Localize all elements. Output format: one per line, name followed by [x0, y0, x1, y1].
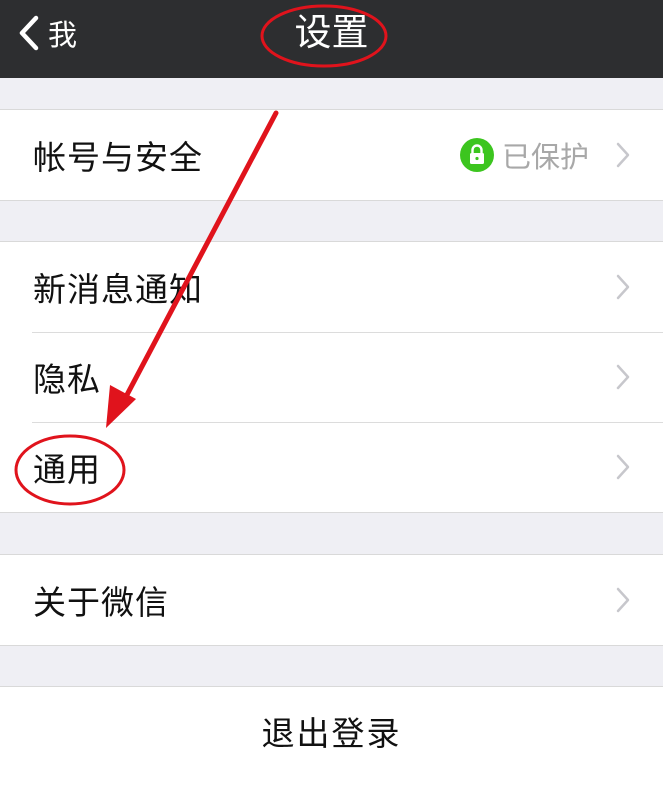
settings-item-label: 帐号与安全 [33, 138, 203, 177]
chevron-right-icon [616, 454, 630, 480]
settings-item-general[interactable]: 通用 [0, 422, 663, 512]
logout-button[interactable]: 退出登录 [0, 686, 663, 787]
protection-status-text: 已保护 [501, 140, 589, 174]
settings-item-privacy[interactable]: 隐私 [0, 332, 663, 422]
lock-icon [459, 138, 494, 172]
settings-item-notifications[interactable]: 新消息通知 [0, 242, 663, 332]
chevron-right-icon [616, 142, 630, 168]
navigation-bar: 我 设置 [0, 0, 663, 78]
chevron-right-icon [616, 274, 630, 300]
settings-item-label: 隐私 [33, 360, 101, 399]
chevron-right-icon [616, 364, 630, 390]
settings-item-label: 关于微信 [33, 583, 169, 622]
settings-item-label: 通用 [33, 450, 101, 489]
settings-item-label: 新消息通知 [33, 270, 203, 309]
settings-item-about[interactable]: 关于微信 [0, 555, 663, 645]
settings-group-account: 帐号与安全 已保护 [0, 109, 663, 201]
protection-status: 已保护 [459, 110, 589, 200]
logout-label: 退出登录 [261, 714, 402, 753]
settings-group-about: 关于微信 [0, 554, 663, 646]
chevron-right-icon [616, 587, 630, 613]
settings-group-main: 新消息通知 隐私 通用 [0, 241, 663, 513]
page-title: 设置 [294, 11, 369, 54]
settings-item-account-security[interactable]: 帐号与安全 已保护 [0, 110, 663, 200]
